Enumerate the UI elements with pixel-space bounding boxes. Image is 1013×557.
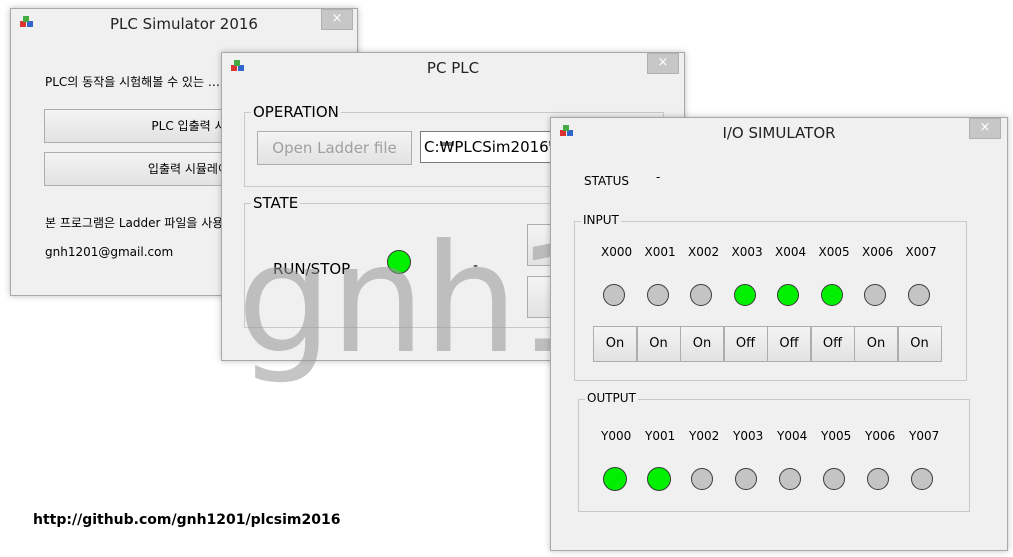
window-title: PLC Simulator 2016 (110, 15, 258, 33)
output-label: Y001 (645, 429, 676, 443)
input-group: INPUT X000 On X001 On X002 On X003 Off X004 Off X0… (574, 213, 967, 381)
output-label: Y005 (821, 429, 852, 443)
operation-legend: OPERATION (251, 103, 341, 121)
input-toggle-button[interactable]: On (854, 326, 898, 362)
close-button[interactable]: × (647, 53, 679, 74)
output-legend: OUTPUT (585, 391, 638, 405)
output-led (779, 468, 801, 490)
input-label: X005 (818, 245, 850, 259)
output-label: Y006 (865, 429, 896, 443)
github-url: http://github.com/gnh1201/plcsim2016 (33, 512, 341, 528)
output-label: Y003 (733, 429, 764, 443)
input-led (733, 284, 756, 306)
input-led (907, 284, 930, 306)
status-label: STATUS (584, 174, 630, 188)
close-button[interactable]: × (969, 118, 1001, 139)
output-label: Y004 (777, 429, 808, 443)
input-toggle-button[interactable]: On (680, 326, 724, 362)
output-led (735, 468, 757, 490)
email-text: gnh1201@gmail.com (45, 245, 174, 259)
runstop-label: RUN/STOP (273, 260, 351, 278)
output-group: OUTPUT Y000 Y001 Y002 Y003 Y004 Y005 Y006 Y007 (578, 391, 970, 512)
input-toggle-button[interactable]: On (897, 326, 942, 362)
output-led (647, 467, 671, 491)
input-toggle-button[interactable]: Off (723, 326, 768, 362)
input-label: X002 (688, 245, 720, 259)
description-text: PLC의 동작을 시험해볼 수 있는 … (45, 75, 220, 89)
input-led (864, 284, 886, 306)
input-label: X001 (644, 245, 676, 259)
titlebar[interactable]: PLC Simulator 2016 × (11, 9, 357, 39)
input-label: X000 (601, 245, 633, 259)
input-legend: INPUT (581, 213, 621, 227)
titlebar[interactable]: I/O SIMULATOR × (551, 118, 1007, 148)
output-led (603, 467, 627, 491)
input-toggle-button[interactable]: On (636, 326, 681, 362)
output-led (691, 468, 713, 490)
runstop-indicator (387, 250, 411, 274)
input-toggle-button[interactable]: On (593, 326, 637, 362)
runstop-value: - (473, 258, 479, 274)
input-toggle-button[interactable]: Off (810, 326, 855, 362)
input-led (603, 284, 625, 306)
window-title: PC PLC (426, 59, 480, 77)
close-button[interactable]: × (321, 9, 353, 30)
open-ladder-file-button[interactable]: Open Ladder file (257, 131, 412, 165)
input-label: X004 (775, 245, 807, 259)
input-led (646, 284, 669, 306)
status-value: - (656, 170, 661, 184)
titlebar[interactable]: PC PLC × (222, 53, 684, 83)
input-led (777, 284, 799, 306)
output-led (911, 468, 933, 490)
output-led (823, 468, 845, 490)
input-led (820, 284, 843, 306)
input-label: X003 (731, 245, 763, 259)
window-title: I/O SIMULATOR (722, 124, 836, 142)
output-label: Y000 (601, 429, 632, 443)
output-led (867, 468, 889, 490)
input-toggle-button[interactable]: Off (767, 326, 811, 362)
output-label: Y002 (689, 429, 720, 443)
input-label: X006 (862, 245, 894, 259)
input-led (690, 284, 712, 306)
info-text: 본 프로그램은 Ladder 파일을 사용 (45, 216, 224, 230)
output-label: Y007 (909, 429, 940, 443)
state-legend: STATE (251, 194, 301, 212)
io-simulator-window: I/O SIMULATOR × STATUS - INPUT X000 On X00… (550, 117, 1008, 551)
input-label: X007 (905, 245, 937, 259)
